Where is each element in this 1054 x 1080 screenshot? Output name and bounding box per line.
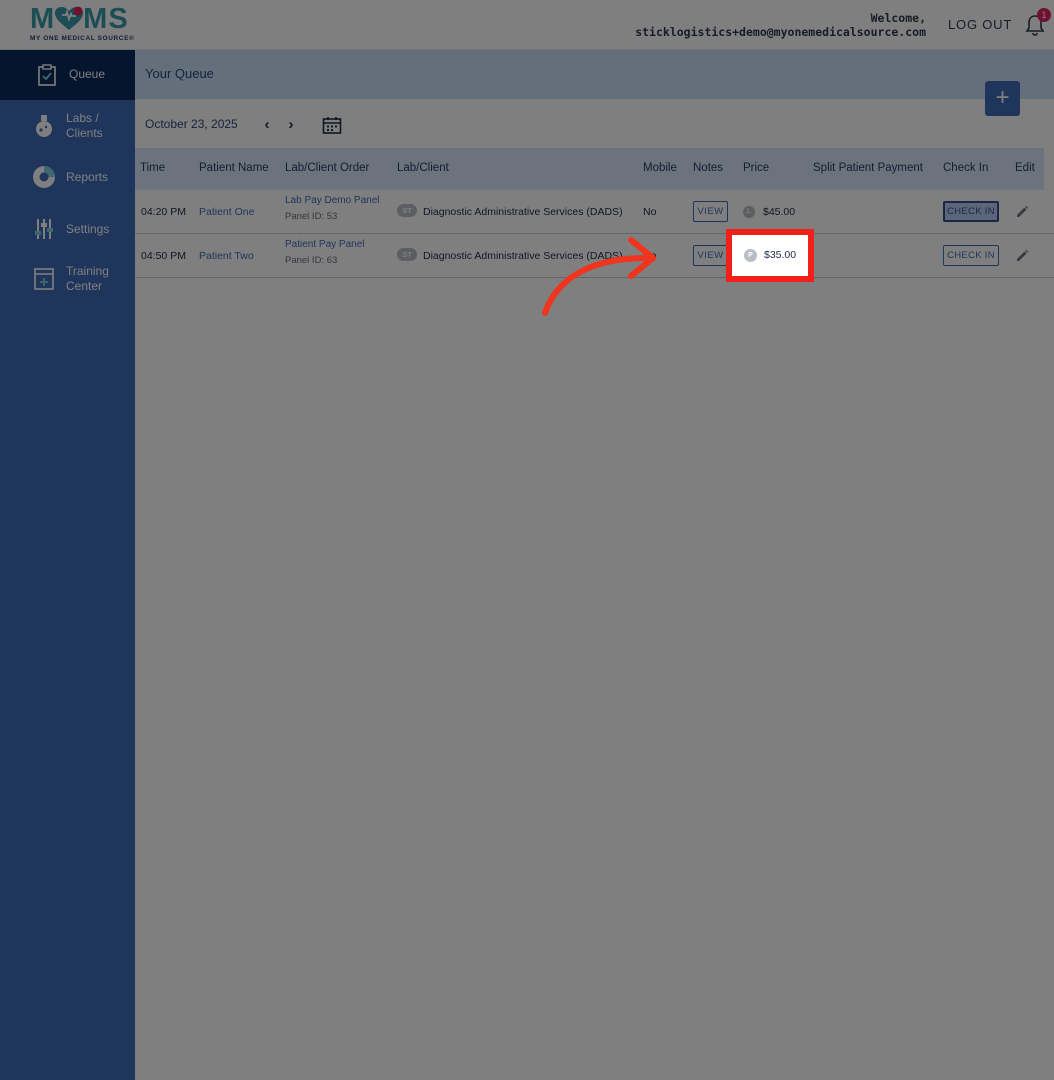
edit-pencil-icon[interactable] bbox=[1015, 249, 1029, 263]
notification-count-badge: 1 bbox=[1037, 8, 1051, 22]
flask-icon bbox=[32, 114, 56, 138]
patient-name-link[interactable]: Patient Two bbox=[199, 250, 254, 262]
column-header-lab-client[interactable]: Lab/Client bbox=[397, 162, 449, 174]
heart-icon bbox=[54, 6, 84, 32]
edit-pencil-icon[interactable] bbox=[1015, 205, 1029, 219]
highlighted-price-cell[interactable]: P $35.00 bbox=[726, 229, 814, 282]
table-row: 04:20 PM Patient One Lab Pay Demo Panel … bbox=[135, 190, 1054, 234]
clipboard-check-icon bbox=[35, 63, 59, 87]
column-header-edit: Edit bbox=[1015, 162, 1035, 174]
next-day-button[interactable]: › bbox=[284, 116, 298, 134]
sliders-icon bbox=[32, 217, 56, 241]
sidebar-item-queue[interactable]: Queue bbox=[0, 50, 135, 100]
sidebar-item-label: Training Center bbox=[66, 264, 109, 293]
page-title: Your Queue bbox=[145, 66, 214, 81]
user-email: sticklogistics+demo@myonemedicalsource.c… bbox=[635, 25, 926, 39]
sidebar-item-training-center[interactable]: Training Center bbox=[0, 258, 135, 300]
appointment-time: 04:50 PM bbox=[141, 250, 186, 262]
queue-title-bar: Your Queue bbox=[135, 50, 1054, 99]
moms-logo[interactable]: M MS MY ONE MEDICAL SOURCE® bbox=[30, 4, 140, 44]
add-appointment-button[interactable]: + bbox=[985, 81, 1020, 116]
column-header-check-in: Check In bbox=[943, 162, 989, 174]
mobile-status: No bbox=[643, 250, 657, 262]
sidebar-item-labs-clients[interactable]: Labs / Clients bbox=[0, 102, 135, 150]
lab-client-name: Diagnostic Administrative Services (DADS… bbox=[423, 206, 623, 218]
column-header-order[interactable]: Lab/Client Order bbox=[285, 162, 369, 174]
sidebar-item-settings[interactable]: Settings bbox=[0, 214, 135, 244]
price-value: $35.00 bbox=[764, 249, 797, 261]
check-in-button[interactable]: CHECK IN bbox=[943, 245, 999, 266]
top-header: M MS MY ONE MEDICAL SOURCE® Welcome, sti… bbox=[0, 0, 1054, 50]
welcome-message: Welcome, sticklogistics+demo@myonemedica… bbox=[635, 11, 926, 39]
sidebar-item-label: Labs / Clients bbox=[66, 111, 103, 140]
previous-day-button[interactable]: ‹ bbox=[260, 116, 274, 134]
view-notes-button[interactable]: VIEW bbox=[693, 201, 728, 222]
welcome-label: Welcome, bbox=[870, 11, 926, 25]
current-date: October 23, 2025 bbox=[145, 117, 238, 131]
training-book-icon bbox=[32, 267, 56, 291]
column-header-patient-name[interactable]: Patient Name bbox=[199, 162, 269, 174]
lab-type-badge: ST bbox=[397, 204, 417, 217]
sidebar-item-label: Settings bbox=[66, 222, 110, 236]
order-link[interactable]: Lab Pay Demo Panel bbox=[285, 195, 380, 206]
appointment-time: 04:20 PM bbox=[141, 206, 186, 218]
column-header-time[interactable]: Time bbox=[140, 162, 165, 174]
view-notes-button[interactable]: VIEW bbox=[693, 245, 728, 266]
lab-client-name: Diagnostic Administrative Services (DADS… bbox=[423, 250, 623, 262]
logout-button[interactable]: LOG OUT bbox=[948, 17, 1012, 32]
mobile-status: No bbox=[643, 206, 657, 218]
price-value: $45.00 bbox=[763, 206, 796, 218]
column-header-split-payment: Split Patient Payment bbox=[813, 162, 923, 174]
payer-type-icon: L bbox=[743, 206, 755, 218]
logo-tagline: MY ONE MEDICAL SOURCE® bbox=[30, 35, 135, 42]
table-row: 04:50 PM Patient Two Patient Pay Panel P… bbox=[135, 234, 1054, 278]
queue-table-header: Time Patient Name Lab/Client Order Lab/C… bbox=[135, 148, 1044, 190]
patient-name-link[interactable]: Patient One bbox=[199, 206, 254, 218]
pie-chart-icon bbox=[32, 165, 56, 189]
lab-type-badge: ST bbox=[397, 248, 417, 261]
logo-wordmark: M MS bbox=[30, 3, 129, 35]
sidebar-item-label: Reports bbox=[66, 170, 109, 184]
column-header-price[interactable]: Price bbox=[743, 162, 769, 174]
panel-id: Panel ID: 63 bbox=[285, 255, 338, 266]
column-header-notes: Notes bbox=[693, 162, 724, 174]
payer-type-icon: P bbox=[744, 249, 757, 262]
sidebar-item-label: Queue bbox=[69, 67, 106, 81]
calendar-icon[interactable] bbox=[322, 116, 342, 134]
check-in-button[interactable]: CHECK IN bbox=[943, 201, 999, 222]
sidebar: Queue Labs / Clients Reports Settings Tr… bbox=[0, 50, 135, 1080]
sidebar-item-reports[interactable]: Reports bbox=[0, 162, 135, 192]
panel-id: Panel ID: 53 bbox=[285, 211, 338, 222]
column-header-mobile[interactable]: Mobile bbox=[643, 162, 677, 174]
order-link[interactable]: Patient Pay Panel bbox=[285, 239, 365, 250]
